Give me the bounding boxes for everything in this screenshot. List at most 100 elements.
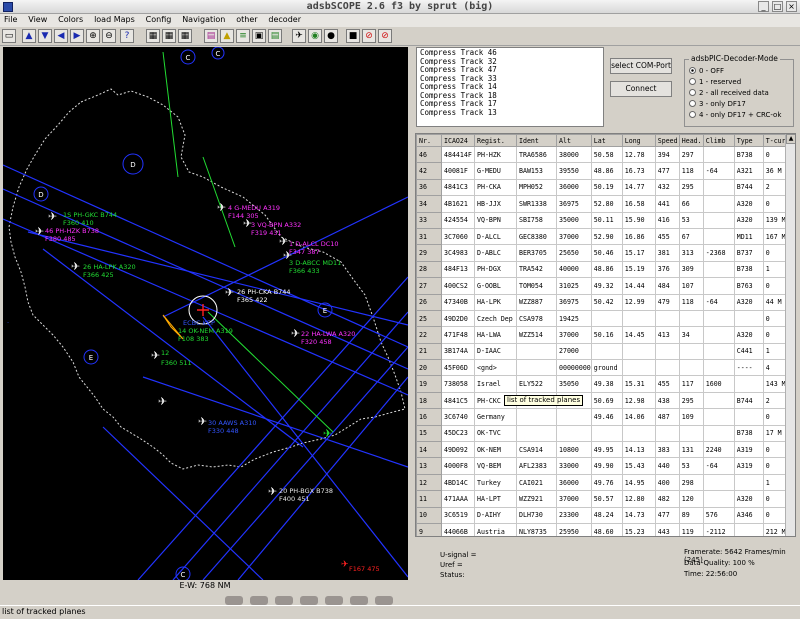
table-row[interactable]: 29 3C4983 D-ABLC BER3705 25650 50.46 15.17 381 3… (416, 244, 791, 262)
table-cell: CSA914 (516, 441, 557, 459)
table-row[interactable]: 13 4000F8 VQ-BEM AFL2383 33000 49.90 15.43 440 5… (416, 457, 791, 475)
table-row[interactable]: 26 47340B HA-LPK WZZ887 36975 50.42 12.99 479 11… (416, 293, 791, 311)
table-row[interactable]: 34 4B1621 HB-JJX SWR1338 36975 52.80 16.58 441 6… (416, 195, 791, 213)
table-row[interactable]: 15 45DC23 OK-TVC B738 17 M (416, 424, 791, 443)
column-header[interactable]: Regist. (474, 134, 517, 147)
decoder-mode-option-1[interactable]: 1 - reserved (689, 78, 741, 86)
decoder-mode-option-0[interactable]: 0 - OFF (689, 67, 724, 75)
column-header[interactable]: Alt (556, 134, 592, 147)
table-row[interactable]: 9 44066B Austria NLY8735 25950 48.60 15.23 443 1… (416, 522, 791, 536)
table-row[interactable]: 184841C5PH-CKCMPH99763605050.6912.984382… (416, 391, 791, 410)
message-log[interactable]: Compress Track 46 Compress Track 32 Comp… (416, 47, 604, 127)
connect-button[interactable]: Connect (610, 81, 672, 97)
table-row[interactable]: 33 424554 VQ-BPN SBI758 35000 50.11 15.90 416 53… (416, 211, 791, 229)
table-row[interactable]: 19 738058 Israel ELY522 35050 49.38 15.31 455 11… (416, 375, 791, 393)
help-icon[interactable]: ? (120, 29, 134, 43)
menu-other[interactable]: other (232, 14, 261, 24)
point-icon[interactable]: ● (324, 29, 338, 43)
table-cell: A319 (733, 441, 764, 459)
table-row[interactable]: 27 400CS2 G-OOBL TOM054 31025 49.32 14.44 484 10… (416, 277, 791, 295)
table-cell: HB-JJX (474, 195, 517, 213)
grid-2-icon[interactable]: ▦ (162, 29, 176, 43)
column-header[interactable]: Lat (590, 134, 623, 147)
menu-decoder[interactable]: decoder (264, 14, 305, 24)
column-header[interactable]: Type (733, 134, 764, 147)
arrow-down-icon[interactable]: ▼ (38, 29, 52, 43)
target-icon[interactable]: ◉ (308, 29, 322, 43)
stop-icon[interactable]: ■ (346, 29, 360, 43)
column-header[interactable]: ICAO24 (441, 134, 475, 147)
table-cell: 22 (416, 326, 442, 344)
table-row[interactable]: 14 49D092 OK-NEM CSA914 10800 49.95 14.13 383 13… (416, 441, 791, 459)
grid-3-icon[interactable]: ▦ (178, 29, 192, 43)
table-row[interactable]: 16 3C6740 Germany 49.46 14.06 487 109 0 (416, 408, 791, 426)
close-button[interactable]: × (786, 1, 797, 12)
chart-icon[interactable]: ▤ (204, 29, 218, 43)
zoom-in-icon[interactable]: ⊕ (86, 29, 100, 43)
arrow-up-icon[interactable]: ▲ (22, 29, 36, 43)
table-row[interactable]: 31 3C7060 D-ALCL GEC8380 37000 52.90 16.86 455 6… (416, 227, 791, 246)
arrow-right-icon[interactable]: ▶ (70, 29, 84, 43)
table-cell (516, 424, 557, 443)
column-header[interactable]: Speed (654, 134, 680, 147)
table-row[interactable]: 11 471AAA HA-LPT WZZ921 37000 50.57 12.80 482 12… (416, 490, 791, 508)
table-row[interactable]: 20 45F06D <gnd> 00000000 ground ---- 4 (416, 359, 791, 377)
table-row[interactable]: 42 40081F G-MEDU BAW153 39550 48.86 16.73 477 11… (416, 162, 791, 180)
tracked-planes-table[interactable]: Nr. ICAO24 Regist. Ident Alt Lat Long Speed Head… (415, 133, 796, 537)
table-row[interactable]: 25 49D2D0 Czech Dep CSA978 19425 0 (416, 309, 791, 328)
table-row[interactable]: 21 3B174A D-IAAC 27000 C441 1 (416, 342, 791, 361)
menu-navigation[interactable]: Navigation (178, 14, 229, 24)
menu-file[interactable]: File (0, 14, 21, 24)
menu-config[interactable]: Config (142, 14, 176, 24)
column-header[interactable]: Climb (702, 134, 735, 147)
radar-map[interactable]: C C D D E E C ✈ 1S PH-GKC B744 F360 410 … (3, 47, 408, 580)
table-row[interactable]: 28 484F13 PH-DGX TRA542 40000 48.86 15.19 376 30… (416, 260, 791, 279)
decoder-mode-option-2[interactable]: 2 - all received data (689, 89, 769, 97)
window-icon[interactable]: ▭ (2, 29, 16, 43)
grid-icon[interactable]: ▦ (146, 29, 160, 43)
menu-colors[interactable]: Colors (54, 14, 87, 24)
column-header[interactable]: Long (621, 134, 656, 147)
warning-icon[interactable]: ▲ (220, 29, 234, 43)
table-row[interactable]: 22 471F48 HA-LWA WZZ514 37000 50.16 14.45 413 34… (416, 326, 791, 344)
select-com-port-button[interactable]: select COM-Port (610, 58, 672, 74)
column-header[interactable]: Ident (516, 134, 557, 147)
table-cell: 12.80 (621, 490, 656, 508)
scroll-up-icon[interactable]: ▲ (786, 134, 795, 144)
arrow-left-icon[interactable]: ◀ (54, 29, 68, 43)
table-cell: B738 (733, 260, 764, 279)
table-row[interactable]: 46 484414F PH-HZK TRA6586 38000 50.58 12.78 394… (416, 145, 791, 164)
document-icon[interactable]: ▣ (252, 29, 266, 43)
menu-load-maps[interactable]: load Maps (90, 14, 139, 24)
table-cell: 52.90 (590, 227, 623, 246)
table-cell: 37000 (556, 227, 592, 246)
table-cell (702, 424, 735, 443)
list-icon[interactable]: ≡ (236, 29, 250, 43)
map-scale-label: E-W: 768 NM (179, 581, 231, 590)
table-cell: GEC8380 (516, 227, 557, 246)
time-label: Time: 22:56:00 (684, 570, 738, 578)
no-entry-2-icon[interactable]: ⊘ (378, 29, 392, 43)
plane-icon[interactable]: ✈ (292, 29, 306, 43)
zoom-out-icon[interactable]: ⊖ (102, 29, 116, 43)
table-cell: 45DC23 (441, 424, 475, 443)
maximize-button[interactable]: □ (772, 1, 783, 12)
column-header[interactable]: Nr. (416, 134, 442, 147)
table-row[interactable]: 36 4841C3 PH-CKA MPH052 36000 50.19 14.77 432 29… (416, 178, 791, 197)
no-entry-icon[interactable]: ⊘ (362, 29, 376, 43)
table-cell: 33 (416, 211, 442, 229)
table-row[interactable]: 10 3C6519 D-AIHY DLH730 23300 48.24 14.73 477 89… (416, 506, 791, 524)
table-cell: 16.86 (621, 227, 656, 246)
table-scrollbar[interactable]: ▲ (785, 134, 795, 536)
table-cell: ---- (733, 359, 764, 377)
menu-view[interactable]: View (24, 14, 51, 24)
minimize-button[interactable]: _ (758, 1, 769, 12)
table-cell: 47340B (441, 293, 475, 311)
table-cell (702, 342, 735, 361)
table-row[interactable]: 12 4BD14C Turkey CAI021 36000 49.76 14.95 400 29… (416, 473, 791, 492)
decoder-mode-option-3[interactable]: 3 - only DF17 (689, 100, 746, 108)
table-cell: B738 (733, 424, 764, 443)
decoder-mode-option-4[interactable]: 4 - only DF17 + CRC-ok (689, 111, 781, 119)
table-icon[interactable]: ▤ (268, 29, 282, 43)
column-header[interactable]: Head. (678, 134, 704, 147)
